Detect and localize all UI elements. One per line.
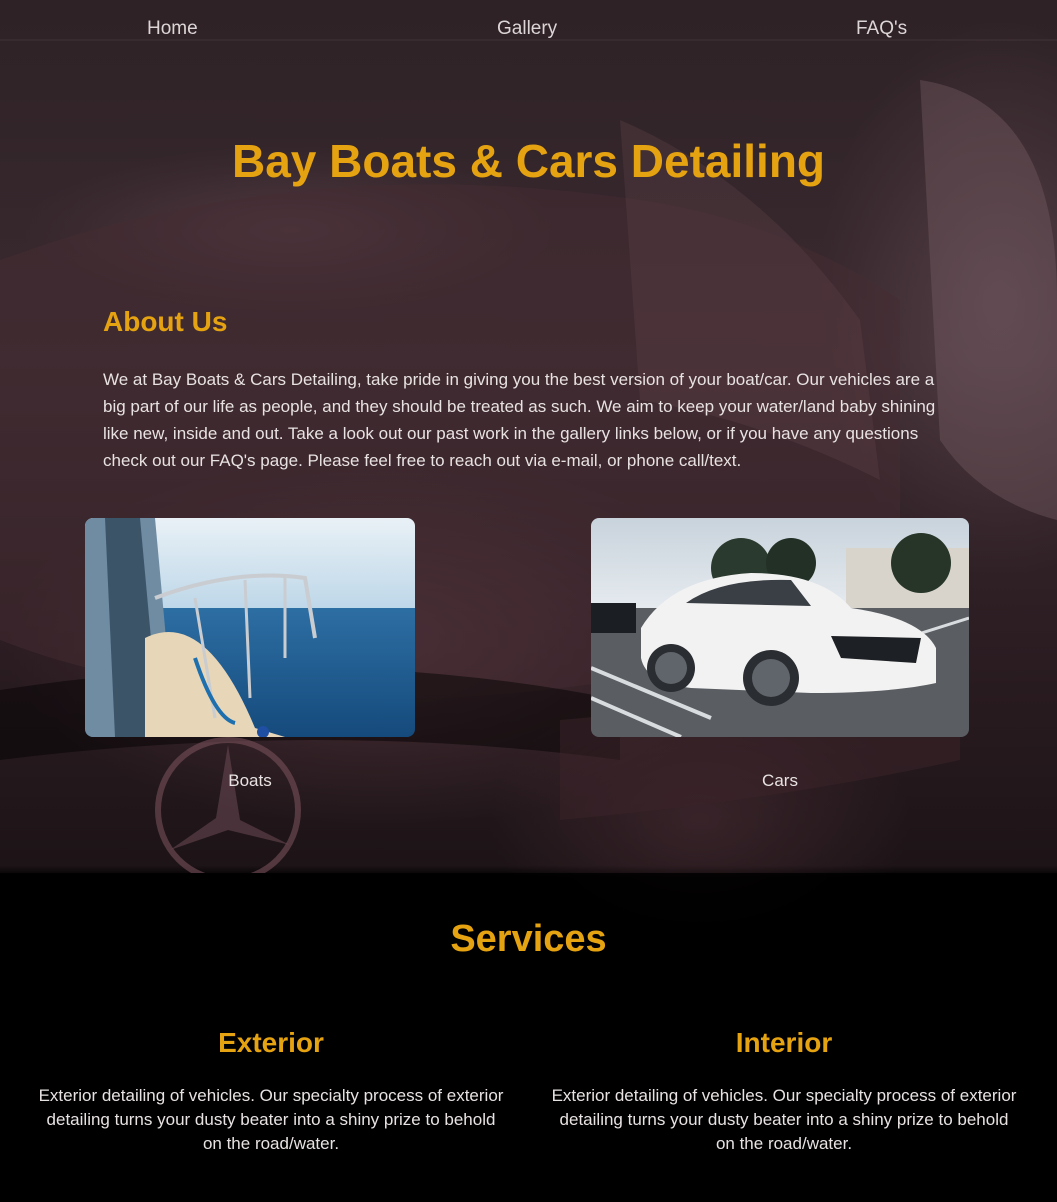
nav-faq-link[interactable]: FAQ's [856, 18, 907, 40]
nav-home-link[interactable]: Home [147, 18, 198, 40]
white-car-photo [591, 518, 969, 737]
page: Home Gallery FAQ's Bay Boats & Cars Deta… [0, 0, 1057, 1202]
service-exterior-title: Exterior [218, 1027, 324, 1058]
boats-gallery-image-link[interactable] [85, 518, 415, 737]
nav-gallery-link[interactable]: Gallery [497, 18, 557, 40]
service-interior-text: Exterior detailing of vehicles. Our spec… [551, 1086, 1017, 1153]
boats-gallery-link[interactable]: Boats [85, 771, 415, 791]
boat-photo [85, 518, 415, 737]
cars-gallery-link[interactable]: Cars [591, 771, 969, 791]
service-interior-title: Interior [735, 1027, 833, 1058]
about-us-text: We at Bay Boats & Cars Detailing, take p… [103, 370, 936, 470]
service-exterior-text: Exterior detailing of vehicles. Our spec… [38, 1086, 504, 1153]
top-nav: Home Gallery FAQ's [0, 18, 1057, 48]
services-heading: Services [450, 918, 607, 960]
about-us-heading: About Us [103, 306, 228, 337]
page-title: Bay Boats & Cars Detailing [231, 135, 826, 187]
cars-gallery-image-link[interactable] [591, 518, 969, 737]
